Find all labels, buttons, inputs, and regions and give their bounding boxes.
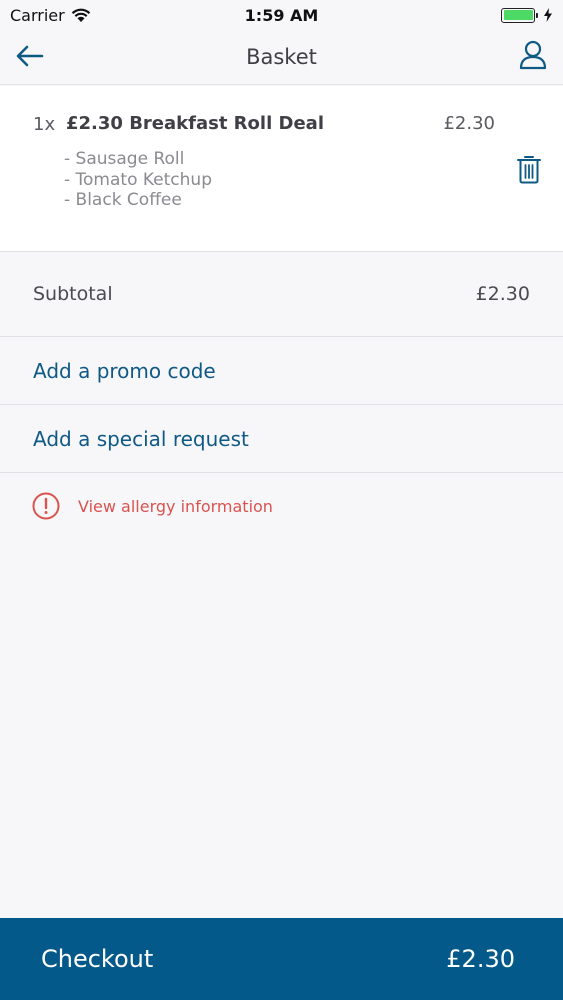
alert-icon <box>32 492 60 520</box>
trash-icon <box>517 156 541 184</box>
allergy-info-link[interactable]: View allergy information <box>32 492 273 520</box>
delete-item-button[interactable] <box>513 152 545 186</box>
promo-code-link[interactable]: Add a promo code <box>33 359 216 383</box>
subtotal-label: Subtotal <box>33 283 113 305</box>
item-price: £2.30 <box>443 113 495 134</box>
charging-icon <box>544 8 552 22</box>
item-option: - Sausage Roll <box>64 149 185 169</box>
checkout-label: Checkout <box>41 945 154 973</box>
item-quantity: 1x <box>33 114 56 135</box>
allergy-info-label: View allergy information <box>78 496 273 516</box>
subtotal-row: Subtotal £2.30 <box>0 252 563 337</box>
status-bar: Carrier 1:59 AM <box>0 0 563 30</box>
battery-level <box>503 10 533 20</box>
battery-icon <box>501 7 538 23</box>
nav-bar: Basket <box>0 30 563 85</box>
wifi-icon <box>71 8 90 22</box>
special-request-link[interactable]: Add a special request <box>33 427 249 451</box>
status-right <box>501 7 553 23</box>
account-button[interactable] <box>517 38 549 72</box>
promo-code-row[interactable]: Add a promo code <box>0 337 563 405</box>
checkout-button[interactable]: Checkout £2.30 <box>0 918 563 1000</box>
back-button[interactable] <box>14 40 46 72</box>
item-option: - Black Coffee <box>64 190 182 210</box>
subtotal-value: £2.30 <box>475 283 530 305</box>
page-title: Basket <box>246 45 317 69</box>
user-icon <box>519 40 547 70</box>
carrier-label: Carrier <box>10 5 65 25</box>
item-name: £2.30 Breakfast Roll Deal <box>66 113 324 134</box>
item-options: - Sausage Roll - Tomato Ketchup - Black … <box>64 149 212 211</box>
item-option: - Tomato Ketchup <box>64 169 212 190</box>
back-arrow-icon <box>16 45 44 67</box>
special-request-row[interactable]: Add a special request <box>0 405 563 473</box>
checkout-total: £2.30 <box>446 945 515 973</box>
status-left: Carrier <box>10 6 91 25</box>
basket-item: 1x £2.30 Breakfast Roll Deal £2.30 - Sau… <box>0 86 563 252</box>
